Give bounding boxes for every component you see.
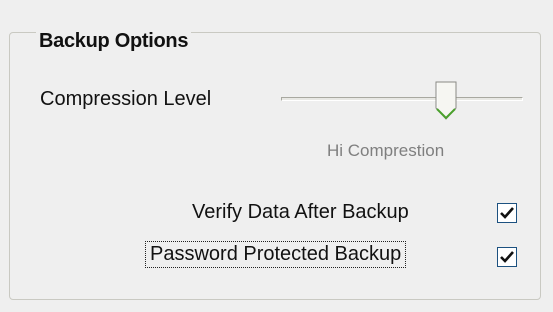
group-title: Backup Options [36,30,192,53]
password-protected-checkbox[interactable] [497,247,517,267]
password-protected-label[interactable]: Password Protected Backup [144,241,407,268]
slider-track[interactable] [281,97,523,101]
verify-data-checkbox[interactable] [497,203,517,223]
verify-data-label[interactable]: Verify Data After Backup [192,201,409,224]
slider-thumb[interactable] [434,81,458,121]
checkmark-icon [500,251,514,263]
compression-level-label: Compression Level [40,88,212,110]
checkmark-icon [500,207,514,219]
compression-level-value: Hi Comprestion [327,141,445,160]
compression-slider[interactable] [281,76,523,126]
